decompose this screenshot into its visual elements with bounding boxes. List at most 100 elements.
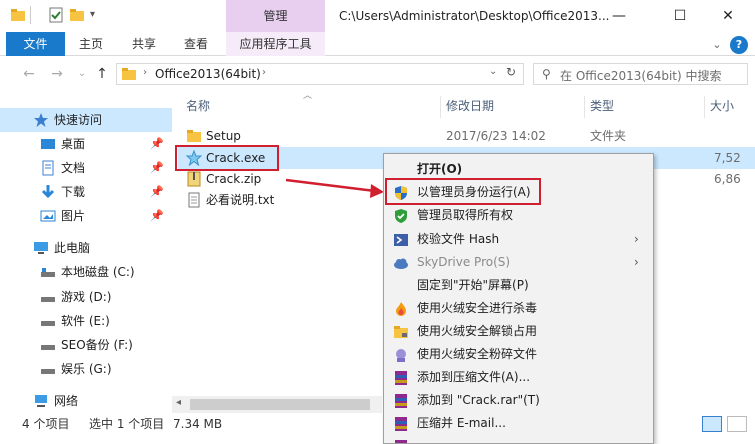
file-size: 6,86: [714, 172, 741, 186]
scroll-left-icon[interactable]: ◂: [176, 397, 181, 408]
drive-icon: [41, 345, 55, 350]
folder-icon: [187, 130, 201, 142]
sidebar-item-label: 软件 (E:): [61, 314, 110, 328]
sidebar-item-label: 网络: [54, 394, 79, 408]
folder-icon: [122, 68, 136, 80]
horizontal-scrollbar[interactable]: ◂: [172, 396, 382, 413]
pin-icon[interactable]: 📌: [150, 132, 164, 156]
tab-app-tools[interactable]: 应用程序工具: [226, 32, 325, 56]
toolbar-divider: [30, 6, 31, 24]
maximize-button[interactable]: ☐: [657, 0, 703, 32]
winrar-icon: [395, 440, 407, 443]
column-header-date[interactable]: 修改日期: [446, 96, 494, 116]
menu-item-huorong-shred[interactable]: 使用火绒安全粉碎文件: [384, 343, 653, 366]
menu-item-partial[interactable]: [384, 435, 653, 443]
sidebar-item-label: 此电脑: [54, 241, 91, 255]
pin-icon[interactable]: 📌: [150, 180, 164, 204]
properties-icon[interactable]: [48, 7, 64, 23]
sidebar-item-quick-access[interactable]: 快速访问: [0, 108, 172, 132]
column-header-type[interactable]: 类型: [590, 96, 614, 116]
winrar-icon: [395, 394, 407, 408]
column-divider[interactable]: [584, 96, 585, 118]
chevron-down-icon[interactable]: ⌄: [708, 36, 726, 54]
large-icons-view-icon[interactable]: [727, 416, 747, 432]
details-view-icon[interactable]: [702, 416, 722, 432]
fire-icon: [396, 302, 406, 316]
menu-item-huorong-unlock[interactable]: 使用火绒安全解锁占用: [384, 320, 653, 343]
menu-item-label: 管理员取得所有权: [417, 208, 514, 222]
file-type: 文件夹: [590, 129, 627, 143]
recent-locations-icon[interactable]: ⌄: [72, 64, 92, 84]
new-folder-icon[interactable]: [69, 7, 85, 23]
file-name: 必看说明.txt: [206, 193, 275, 207]
file-row-setup[interactable]: Setup 2017/6/23 14:02 文件夹: [178, 125, 755, 147]
help-icon[interactable]: ?: [730, 36, 748, 54]
menu-item-add-crack-rar[interactable]: 添加到 "Crack.rar"(T): [384, 389, 653, 412]
sidebar-item-network[interactable]: 网络: [0, 389, 172, 413]
sidebar-item-desktop[interactable]: 桌面 📌: [0, 132, 172, 156]
sidebar-item-pictures[interactable]: 图片 📌: [0, 204, 172, 228]
close-button[interactable]: ✕: [705, 0, 751, 32]
minimize-button[interactable]: —: [596, 0, 642, 32]
manage-tab[interactable]: 管理: [226, 0, 325, 32]
sidebar-item-drive-d[interactable]: 游戏 (D:): [0, 285, 172, 309]
tab-view[interactable]: 查看: [184, 32, 208, 56]
back-arrow-icon[interactable]: ←: [19, 64, 39, 84]
sidebar-item-drive-f[interactable]: SEO备份 (F:): [0, 333, 172, 357]
menu-item-label: 压缩并 E-mail...: [417, 416, 506, 430]
computer-icon: [34, 242, 48, 254]
submenu-arrow-icon: ›: [634, 232, 639, 246]
text-file-icon: [188, 192, 200, 208]
menu-item-compress-email[interactable]: 压缩并 E-mail...: [384, 412, 653, 435]
cloud-icon: [394, 258, 408, 269]
pin-icon[interactable]: 📌: [150, 156, 164, 180]
column-divider[interactable]: [440, 96, 441, 118]
menu-item-take-ownership[interactable]: 管理员取得所有权: [384, 204, 653, 227]
menu-item-skydrive[interactable]: SkyDrive Pro(S) ›: [384, 251, 653, 274]
menu-item-hash[interactable]: 校验文件 Hash ›: [384, 228, 653, 251]
picture-icon: [40, 210, 56, 222]
sidebar-item-downloads[interactable]: 下载 📌: [0, 180, 172, 204]
breadcrumb-folder[interactable]: Office2013(64bit): [155, 67, 261, 81]
sidebar-item-label: 娱乐 (G:): [61, 362, 112, 376]
scroll-thumb[interactable]: [190, 399, 370, 410]
column-header-size[interactable]: 大小: [710, 96, 734, 116]
menu-item-add-archive[interactable]: 添加到压缩文件(A)...: [384, 366, 653, 389]
menu-item-huorong-scan[interactable]: 使用火绒安全进行杀毒: [384, 297, 653, 320]
sidebar-item-drive-e[interactable]: 软件 (E:): [0, 309, 172, 333]
forward-arrow-icon[interactable]: →: [47, 64, 67, 84]
drive-icon: [41, 268, 55, 277]
drive-icon: [41, 369, 55, 374]
address-bar[interactable]: › Office2013(64bit) › ⌄ ↻: [116, 63, 524, 85]
tab-home[interactable]: 主页: [79, 32, 103, 56]
refresh-icon[interactable]: ↻: [506, 65, 516, 79]
column-header-name[interactable]: 名称: [186, 96, 210, 116]
column-divider[interactable]: [704, 96, 705, 118]
address-dropdown-icon[interactable]: ⌄: [489, 66, 497, 77]
file-size: 7,52: [714, 151, 741, 165]
file-name: Setup: [206, 129, 241, 143]
sidebar-item-drive-c[interactable]: 本地磁盘 (C:): [0, 260, 172, 284]
drive-icon: [41, 297, 55, 302]
breadcrumb-chevron-icon: ›: [143, 67, 147, 78]
pin-icon[interactable]: 📌: [150, 204, 164, 228]
sidebar-item-label: 下载: [61, 185, 86, 199]
quick-access-dropdown-icon[interactable]: ▾: [90, 9, 95, 20]
tab-file[interactable]: 文件: [6, 32, 65, 56]
status-selected: 选中 1 个项目: [89, 417, 165, 431]
menu-item-pin-start[interactable]: 固定到"开始"屏幕(P): [384, 274, 653, 297]
file-name: Crack.zip: [206, 172, 262, 186]
menu-item-label: 使用火绒安全解锁占用: [417, 324, 538, 338]
shred-icon: [396, 349, 406, 362]
annotation-arrow-icon: [285, 178, 384, 198]
sidebar-item-drive-g[interactable]: 娱乐 (G:): [0, 357, 172, 381]
tab-share[interactable]: 共享: [132, 32, 156, 56]
breadcrumb-chevron-icon[interactable]: ›: [262, 67, 266, 78]
sort-up-icon: ︿: [303, 91, 313, 101]
menu-item-label: 使用火绒安全粉碎文件: [417, 347, 538, 361]
sidebar-item-this-pc[interactable]: 此电脑: [0, 236, 172, 260]
sidebar-item-documents[interactable]: 文档 📌: [0, 156, 172, 180]
up-arrow-icon[interactable]: ↑: [92, 64, 112, 84]
search-input[interactable]: ⚲ 在 Office2013(64bit) 中搜索: [533, 63, 748, 85]
file-date: 2017/6/23 14:02: [446, 129, 546, 143]
